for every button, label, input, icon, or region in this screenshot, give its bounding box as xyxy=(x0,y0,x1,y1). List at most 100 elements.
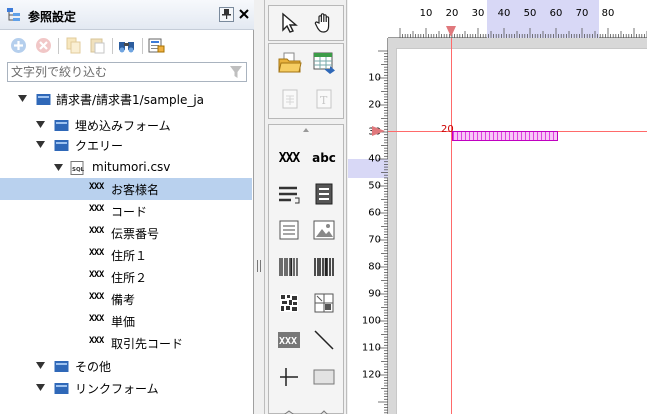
table-import-icon xyxy=(313,52,335,74)
properties-icon[interactable] xyxy=(148,37,165,54)
delete-icon[interactable] xyxy=(35,37,52,54)
horizontal-ruler-ticks xyxy=(399,28,647,38)
open-data-button[interactable] xyxy=(275,48,305,78)
page-copy-button[interactable] xyxy=(275,84,305,114)
tree-label: mitumori.csv xyxy=(92,160,171,174)
expand-arrow-icon[interactable] xyxy=(36,140,45,149)
expand-arrow-icon[interactable] xyxy=(18,94,27,103)
field-type-badge: XXX xyxy=(89,336,104,346)
tree-node-query[interactable]: クエリー xyxy=(0,134,252,156)
select-tool-button[interactable] xyxy=(275,8,305,38)
scroll-up-icon[interactable] xyxy=(299,126,313,134)
svg-text:T: T xyxy=(320,94,328,107)
ruler-corner xyxy=(348,0,388,38)
tree-label: クエリー xyxy=(75,139,124,153)
ellipse-tool-button[interactable] xyxy=(274,395,304,414)
hand-tool-button[interactable] xyxy=(309,8,339,38)
tree-node-field[interactable]: XXX コード xyxy=(0,200,252,222)
tree-node-other[interactable]: その他 xyxy=(0,355,252,377)
ruler-number: 20 xyxy=(368,99,381,111)
field-type-badge: XXX xyxy=(89,204,104,214)
filter-funnel-icon[interactable] xyxy=(229,65,243,79)
form-folder-icon xyxy=(54,120,69,131)
document-grid-icon xyxy=(282,89,298,109)
report-page[interactable] xyxy=(396,48,647,414)
field-type-badge: XXX xyxy=(89,292,104,302)
splitter-grip-icon[interactable] xyxy=(257,260,261,272)
tree-node-field[interactable]: XXX 伝票番号 xyxy=(0,222,252,244)
copy-icon[interactable] xyxy=(65,37,82,54)
page-area[interactable] xyxy=(388,38,647,414)
line-tool-button[interactable] xyxy=(309,325,339,355)
repeat-field-tool-button[interactable] xyxy=(309,179,339,209)
tree-label: 取引先コード xyxy=(111,337,184,351)
triangle-tool-button[interactable] xyxy=(309,395,339,414)
close-icon xyxy=(239,9,249,19)
component-tools-group: XXX abc XXX xyxy=(268,124,344,414)
horizontal-position-marker[interactable] xyxy=(446,26,456,37)
selected-field-element[interactable] xyxy=(452,131,558,141)
expand-arrow-icon[interactable] xyxy=(36,361,45,370)
hand-icon xyxy=(314,13,330,33)
search-binoculars-icon[interactable] xyxy=(118,37,135,54)
tree-node-field[interactable]: XXX 住所２ xyxy=(0,266,252,288)
ruler-number: 90 xyxy=(368,288,381,300)
tree-label: その他 xyxy=(75,360,112,374)
text-field-tool-label: XXX xyxy=(278,150,301,166)
ruler-number: 70 xyxy=(368,234,381,246)
barcode-tool-button[interactable] xyxy=(274,252,304,282)
tree-label: 単価 xyxy=(111,315,136,329)
expand-arrow-icon[interactable] xyxy=(36,120,45,129)
qrcode-tool-button[interactable] xyxy=(274,288,304,318)
tree-node-link-form[interactable]: リンクフォーム xyxy=(0,377,252,399)
expand-arrow-icon[interactable] xyxy=(54,163,63,172)
tree-node-field[interactable]: XXX 備考 xyxy=(0,288,252,310)
paste-icon[interactable] xyxy=(89,37,106,54)
panel-splitter[interactable] xyxy=(254,0,264,414)
subform-tool-button[interactable] xyxy=(309,288,339,318)
text-page-button[interactable]: T xyxy=(309,84,339,114)
image-tool-button[interactable] xyxy=(309,215,339,245)
table-import-button[interactable] xyxy=(309,48,339,78)
ruler-number: 40 xyxy=(368,153,381,165)
folder-open-icon xyxy=(278,52,302,73)
tree-node-field[interactable]: XXX 住所１ xyxy=(0,244,252,266)
form-folder-icon xyxy=(54,140,69,151)
tree-label: お客様名 xyxy=(111,183,160,197)
form-folder-icon xyxy=(54,361,69,372)
add-icon[interactable] xyxy=(10,37,27,54)
qrcode-icon xyxy=(280,294,298,312)
field-type-badge: XXX xyxy=(89,226,104,236)
rectangle-tool-button[interactable] xyxy=(309,362,339,392)
tree-node-field[interactable]: XXX お客様名 xyxy=(0,178,252,200)
multiline-field-icon xyxy=(279,186,300,204)
list-tool-button[interactable] xyxy=(274,215,304,245)
tree-node-root[interactable]: 請求書/請求書1/sample_ja xyxy=(0,88,252,110)
filter-input[interactable] xyxy=(11,64,221,80)
close-panel-button[interactable] xyxy=(237,6,251,22)
design-canvas[interactable]: 10 20 30 40 50 60 70 80 10 20 30 40 50 6… xyxy=(348,0,647,414)
tree-node-embedded-form[interactable]: 埋め込みフォーム xyxy=(0,114,252,136)
tree-node-field[interactable]: XXX 取引先コード xyxy=(0,332,252,354)
tree-node-field[interactable]: XXX 単価 xyxy=(0,310,252,332)
ruler-number: 120 xyxy=(361,369,381,381)
tree-node-csv[interactable]: SQL mitumori.csv xyxy=(0,157,252,179)
panel-title: 参照設定 xyxy=(28,10,77,24)
ellipse-icon xyxy=(284,410,294,414)
text-field-tool-button[interactable]: XXX xyxy=(274,143,304,173)
expand-arrow-icon[interactable] xyxy=(36,383,45,392)
multiline-field-tool-button[interactable] xyxy=(274,179,304,209)
reference-settings-panel: 参照設定 文字列で絞り込む 請求書/請求書1/sample_ja 埋め込みフォー… xyxy=(0,0,254,414)
barcode-ean-tool-button[interactable] xyxy=(309,252,339,282)
barcode-alt-icon xyxy=(314,258,334,276)
ruler-number: 80 xyxy=(601,8,615,19)
repeat-area-tool-button[interactable]: XXX xyxy=(274,325,304,355)
ruler-number: 100 xyxy=(361,315,381,327)
cross-line-tool-button[interactable] xyxy=(274,362,304,392)
vertical-position-marker[interactable] xyxy=(372,126,385,136)
ruler-number: 10 xyxy=(419,8,433,19)
label-tool-button[interactable]: abc xyxy=(309,143,339,173)
list-box-icon xyxy=(279,220,299,240)
pin-button[interactable] xyxy=(219,7,234,22)
pointer-tools-group xyxy=(268,5,344,41)
